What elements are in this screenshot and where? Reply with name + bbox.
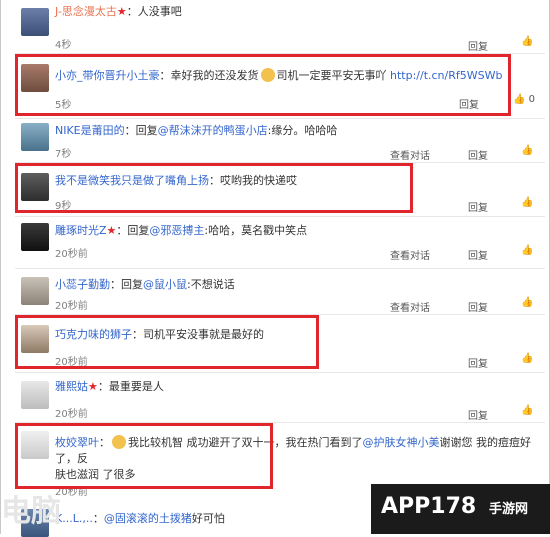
like-button[interactable]: 👍 bbox=[521, 297, 533, 308]
reply-button[interactable]: 回复 bbox=[468, 299, 488, 314]
vip-star-icon: ★ bbox=[106, 224, 117, 237]
comment-text: 雕琢时光Z★：回复@邪恶搏主:哈哈，莫名戳中笑点 bbox=[55, 224, 308, 237]
thumbs-up-icon: 👍 bbox=[521, 353, 534, 364]
like-button[interactable]: 👍 bbox=[521, 353, 533, 364]
commenter-name[interactable]: 雅熙姑 bbox=[55, 380, 88, 393]
comment-text: J-思念漫太古★：人没事吧 bbox=[55, 5, 182, 18]
comment-text: NIKE是莆田的：回复@帮沫沫开的鸭蛋小店:缘分。哈哈哈 bbox=[55, 124, 338, 137]
commenter-name[interactable]: J-思念漫太古 bbox=[55, 5, 117, 18]
like-button[interactable]: 👍 bbox=[521, 245, 533, 256]
comment-item: 雅熙姑★：最重要是人 20秒前 回复 👍 bbox=[15, 373, 547, 422]
highlight-box bbox=[15, 54, 511, 116]
like-button[interactable]: 👍 0 bbox=[513, 94, 535, 105]
comment-item: 小蕊子勤勤：回复@鼠小鼠:不想说话 20秒前 查看对话 回复 👍 bbox=[15, 269, 547, 314]
commenter-name[interactable]: 小蕊子勤勤 bbox=[55, 278, 110, 291]
comment-panel: J-思念漫太古★：人没事吧 4秒 回复 👍 小亦_带你晋升小土豪：幸好我的还没发… bbox=[0, 0, 550, 537]
view-conversation-link[interactable]: 查看对话 bbox=[390, 299, 430, 314]
avatar[interactable] bbox=[21, 123, 49, 151]
comment-item: NIKE是莆田的：回复@帮沫沫开的鸭蛋小店:缘分。哈哈哈 7秒 查看对话 回复 … bbox=[15, 119, 547, 162]
thumbs-up-icon: 👍 bbox=[521, 245, 534, 256]
highlight-box bbox=[15, 423, 273, 489]
vip-star-icon: ★ bbox=[88, 380, 98, 393]
mention-link[interactable]: @护肤女神小美 bbox=[363, 436, 440, 449]
thumbs-up-icon: 👍 bbox=[513, 94, 526, 105]
like-button[interactable]: 👍 bbox=[521, 197, 533, 208]
avatar[interactable] bbox=[21, 381, 49, 409]
view-conversation-link[interactable]: 查看对话 bbox=[390, 247, 430, 262]
brand-sub: 手游网 bbox=[489, 502, 529, 517]
reply-button[interactable]: 回复 bbox=[468, 199, 488, 214]
timestamp: 7秒 bbox=[55, 149, 72, 160]
commenter-name[interactable]: NIKE是莆田的 bbox=[55, 124, 125, 137]
avatar[interactable] bbox=[21, 8, 49, 36]
timestamp: 4秒 bbox=[55, 40, 72, 51]
thumbs-up-icon: 👍 bbox=[521, 197, 534, 208]
mention-link[interactable]: @鼠小鼠 bbox=[143, 278, 187, 291]
thumbs-up-icon: 👍 bbox=[521, 36, 534, 47]
reply-button[interactable]: 回复 bbox=[468, 407, 488, 422]
timestamp: 20秒前 bbox=[55, 249, 88, 260]
timestamp: 20秒前 bbox=[55, 301, 88, 312]
like-button[interactable]: 👍 bbox=[521, 145, 533, 156]
comment-item: 雕琢时光Z★：回复@邪恶搏主:哈哈，莫名戳中笑点 20秒前 查看对话 回复 👍 bbox=[15, 217, 547, 262]
thumbs-up-icon: 👍 bbox=[521, 297, 534, 308]
reply-button[interactable]: 回复 bbox=[468, 247, 488, 262]
watermark-left: 电脑 bbox=[1, 494, 61, 529]
highlight-box bbox=[15, 163, 413, 213]
comment-text: 雅熙姑★：最重要是人 bbox=[55, 380, 164, 393]
thumbs-up-icon: 👍 bbox=[521, 405, 534, 416]
avatar[interactable] bbox=[21, 277, 49, 305]
comment-item: J-思念漫太古★：人没事吧 4秒 回复 👍 bbox=[15, 0, 547, 53]
avatar[interactable] bbox=[21, 223, 49, 251]
reply-button[interactable]: 回复 bbox=[468, 38, 488, 53]
vip-star-icon: ★ bbox=[116, 5, 127, 18]
reply-button[interactable]: 回复 bbox=[468, 355, 488, 370]
mention-link[interactable]: @邪恶搏主 bbox=[149, 224, 204, 237]
brand-logo: APP178 bbox=[381, 494, 477, 519]
commenter-name[interactable]: 雕琢时光Z bbox=[55, 224, 107, 237]
like-button[interactable]: 👍 bbox=[521, 405, 533, 416]
comment-text: 小蕊子勤勤：回复@鼠小鼠:不想说话 bbox=[55, 278, 235, 291]
like-button[interactable]: 👍 bbox=[521, 36, 533, 47]
thumbs-up-icon: 👍 bbox=[521, 145, 534, 156]
timestamp: 20秒前 bbox=[55, 409, 88, 420]
mention-link[interactable]: @帮沫沫开的鸭蛋小店 bbox=[158, 124, 268, 137]
watermark-right: APP178 手游网 bbox=[371, 484, 550, 534]
view-conversation-link[interactable]: 查看对话 bbox=[390, 147, 430, 162]
reply-button[interactable]: 回复 bbox=[468, 147, 488, 162]
highlight-box bbox=[15, 315, 319, 369]
